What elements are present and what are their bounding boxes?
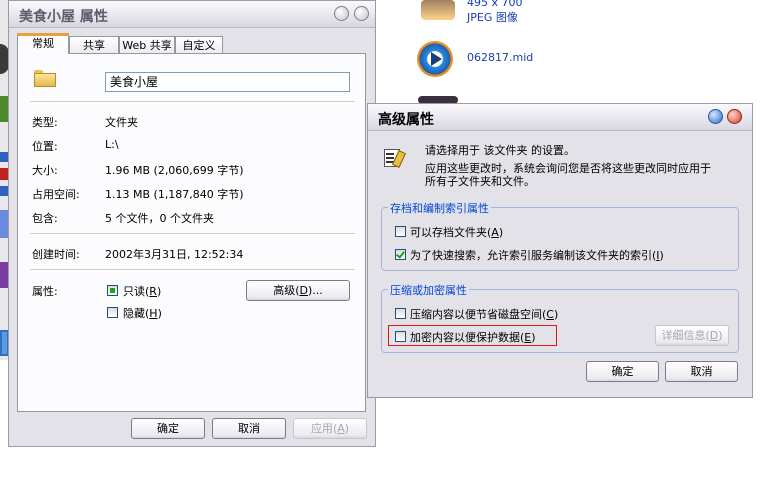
properties-window: 美食小屋 属性 常规 共享 Web 共享 自定义 美食小屋 类型: 文件夹 位置…: [8, 0, 376, 447]
compress-checkbox[interactable]: [395, 308, 406, 319]
archive-label[interactable]: 可以存档文件夹(A): [410, 224, 503, 240]
close-button[interactable]: [354, 6, 369, 21]
media-file-icon[interactable]: [417, 41, 453, 77]
folder-icon: [34, 70, 56, 87]
close-button[interactable]: [727, 109, 742, 124]
compress-label[interactable]: 压缩内容以便节省磁盘空间(C): [410, 306, 558, 322]
encrypt-checkbox[interactable]: [395, 331, 406, 342]
type-label: 类型:: [32, 116, 58, 129]
description-line-1: 请选择用于 该文件夹 的设置。: [425, 144, 575, 157]
advanced-title-bar[interactable]: 高级属性: [368, 104, 752, 131]
help-button[interactable]: [334, 6, 349, 21]
contains-value: 5 个文件，0 个文件夹: [105, 212, 214, 225]
help-button[interactable]: [708, 109, 723, 124]
ok-button[interactable]: 确定: [586, 361, 659, 382]
created-value: 2002年3月31日, 12:52:34: [105, 248, 244, 261]
tab-panel-general: 美食小屋 类型: 文件夹 位置: L:\ 大小: 1.96 MB (2,060,…: [17, 53, 366, 412]
size-label: 大小:: [32, 164, 58, 177]
archive-checkbox[interactable]: [395, 226, 406, 237]
folder-name-input[interactable]: 美食小屋: [105, 72, 350, 92]
tab-web-sharing[interactable]: Web 共享: [119, 36, 175, 53]
compress-encrypt-group-title: 压缩或加密属性: [388, 282, 469, 298]
index-label[interactable]: 为了快速搜索，允许索引服务编制该文件夹的索引(I): [410, 247, 664, 263]
folder-settings-icon: [383, 147, 407, 168]
hidden-label[interactable]: 隐藏(H): [123, 305, 162, 321]
hidden-checkbox[interactable]: [107, 307, 118, 318]
mid-file-name[interactable]: 062817.mid: [467, 51, 533, 64]
type-value: 文件夹: [105, 116, 138, 129]
readonly-label[interactable]: 只读(R): [123, 283, 161, 299]
size-on-disk-value: 1.13 MB (1,187,840 字节): [105, 188, 244, 201]
readonly-checkbox[interactable]: [107, 285, 118, 296]
contains-label: 包含:: [32, 212, 58, 225]
cancel-button[interactable]: 取消: [212, 418, 286, 439]
size-value: 1.96 MB (2,060,699 字节): [105, 164, 244, 177]
properties-title-bar[interactable]: 美食小屋 属性: [9, 1, 375, 28]
tab-customize[interactable]: 自定义: [175, 36, 223, 53]
description-line-3: 所有子文件夹和文件。: [425, 175, 535, 188]
location-label: 位置:: [32, 140, 58, 153]
created-label: 创建时间:: [32, 248, 80, 261]
dialog-title: 高级属性: [378, 112, 434, 128]
tab-sharing[interactable]: 共享: [69, 36, 119, 53]
size-on-disk-label: 占用空间:: [32, 188, 80, 201]
archive-index-group-title: 存档和编制索引属性: [388, 200, 491, 216]
cancel-button[interactable]: 取消: [665, 361, 738, 382]
jpeg-type: JPEG 图像: [467, 11, 518, 24]
details-button[interactable]: 详细信息(D): [655, 325, 729, 346]
index-checkbox[interactable]: [395, 249, 406, 260]
encrypt-label[interactable]: 加密内容以便保护数据(E): [410, 329, 536, 345]
jpeg-dimensions: 495 x 700: [467, 0, 523, 9]
tab-general[interactable]: 常规: [17, 33, 69, 54]
ok-button[interactable]: 确定: [131, 418, 205, 439]
apply-button[interactable]: 应用(A): [293, 418, 367, 439]
attributes-label: 属性:: [32, 285, 58, 298]
advanced-button[interactable]: 高级(D)...: [246, 280, 350, 301]
jpeg-thumbnail-icon[interactable]: [421, 0, 455, 20]
advanced-attributes-dialog: 高级属性 请选择用于 该文件夹 的设置。 应用这些更改时，系统会询问您是否将这些…: [367, 103, 753, 398]
location-value: L:\: [105, 138, 119, 151]
window-title: 美食小屋 属性: [19, 9, 108, 25]
